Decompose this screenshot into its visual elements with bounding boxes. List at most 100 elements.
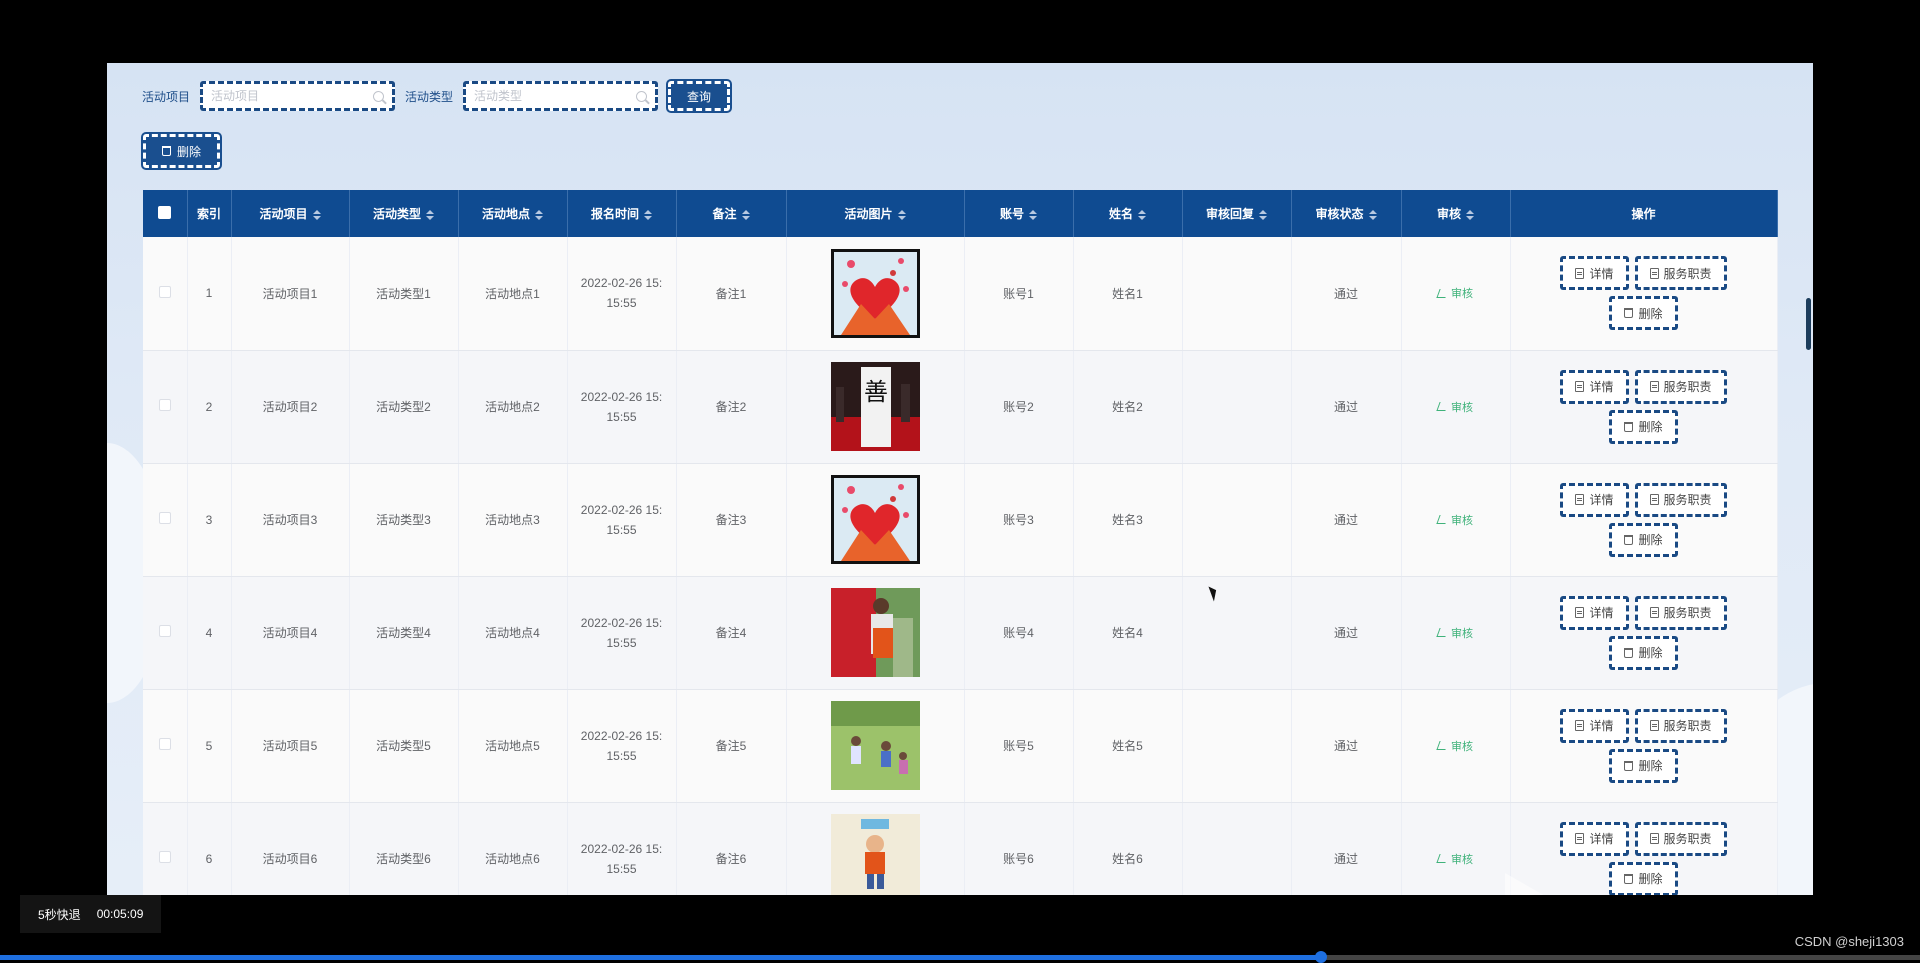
row-delete-button[interactable]: 删除 (1609, 522, 1678, 557)
cell-type: 活动类型4 (349, 576, 459, 690)
column-header-note[interactable]: 备注 (676, 190, 787, 237)
cell-audit[interactable]: 审核 (1401, 463, 1511, 577)
table-row[interactable]: 3 活动项目3 活动类型3 活动地点3 2022-02-26 15: 15:55 备注3 账号… (143, 463, 1778, 577)
detail-button[interactable]: 详情 (1560, 821, 1629, 856)
cell-audit[interactable]: 审核 (1401, 689, 1511, 803)
row-delete-button[interactable]: 删除 (1609, 748, 1678, 783)
progress-knob[interactable] (1314, 951, 1327, 963)
sort-icon[interactable] (742, 210, 750, 220)
time-line-2: 15:55 (606, 296, 637, 311)
audit-link[interactable]: 审核 (1436, 738, 1473, 754)
type-search-input[interactable] (474, 89, 637, 103)
column-header-reply[interactable]: 审核回复 (1182, 190, 1292, 237)
cell-audit[interactable]: 审核 (1401, 576, 1511, 690)
sort-icon[interactable] (1466, 210, 1474, 220)
duty-button[interactable]: 服务职责 (1634, 821, 1727, 856)
row-delete-button[interactable]: 删除 (1609, 409, 1678, 444)
type-search-box[interactable] (463, 81, 659, 111)
cell-audit[interactable]: 审核 (1401, 350, 1511, 464)
sort-icon[interactable] (1259, 210, 1267, 220)
duty-button[interactable]: 服务职责 (1634, 595, 1727, 630)
activity-image[interactable]: YOU'RE NEXT! (787, 814, 964, 895)
activity-image[interactable] (787, 588, 964, 677)
project-search-box[interactable] (200, 81, 396, 111)
time-line-1: 2022-02-26 15: (580, 841, 663, 856)
column-header-place[interactable]: 活动地点 (458, 190, 568, 237)
detail-button[interactable]: 详情 (1560, 482, 1629, 517)
cell-image[interactable] (786, 576, 965, 690)
column-header-project[interactable]: 活动项目 (231, 190, 350, 237)
row-checkbox[interactable] (158, 851, 171, 863)
audit-link[interactable]: 审核 (1436, 399, 1473, 415)
table-row[interactable]: 4 活动项目4 活动类型4 活动地点4 2022-02-26 15: 15:55 备注4 账号… (143, 576, 1778, 690)
activity-image[interactable]: 善 (787, 362, 964, 451)
column-header-type[interactable]: 活动类型 (349, 190, 459, 237)
select-all-checkbox[interactable] (158, 205, 172, 219)
row-select-cell[interactable] (143, 689, 188, 803)
row-select-cell[interactable] (143, 576, 188, 690)
cell-audit[interactable]: 审核 (1401, 802, 1511, 895)
project-search-input[interactable] (211, 89, 374, 103)
row-delete-button[interactable]: 删除 (1609, 861, 1678, 895)
select-all-header[interactable] (143, 190, 188, 237)
column-header-name[interactable]: 姓名 (1073, 190, 1183, 237)
row-select-cell[interactable] (143, 350, 188, 464)
playback-time: 00:05:09 (96, 907, 144, 921)
query-button[interactable]: 查询 (666, 79, 733, 113)
sort-icon[interactable] (313, 210, 321, 220)
edit-icon (1436, 515, 1449, 524)
sort-icon[interactable] (426, 210, 434, 220)
table-row[interactable]: 5 活动项目5 活动类型5 活动地点5 2022-02-26 15: 15:55 备注5 账号… (143, 689, 1778, 803)
duty-button[interactable]: 服务职责 (1634, 482, 1727, 517)
duty-button[interactable]: 服务职责 (1634, 256, 1727, 291)
row-select-cell[interactable] (143, 237, 188, 351)
detail-button[interactable]: 详情 (1560, 256, 1629, 291)
row-checkbox[interactable] (158, 738, 171, 750)
cell-reply (1182, 689, 1292, 803)
batch-delete-button[interactable]: 删除 (140, 132, 223, 170)
cell-image[interactable] (786, 463, 965, 577)
detail-button[interactable]: 详情 (1560, 708, 1629, 743)
sort-icon[interactable] (644, 210, 652, 220)
sort-icon[interactable] (1029, 210, 1037, 220)
cell-image[interactable] (786, 237, 965, 351)
cell-image[interactable]: 善 (786, 350, 965, 464)
activity-image[interactable] (787, 475, 964, 564)
document-icon (1575, 494, 1585, 505)
duty-button[interactable]: 服务职责 (1634, 369, 1727, 404)
row-delete-button[interactable]: 删除 (1609, 635, 1678, 670)
column-header-status[interactable]: 审核状态 (1291, 190, 1402, 237)
column-header-audit[interactable]: 审核 (1401, 190, 1511, 237)
audit-link[interactable]: 审核 (1436, 512, 1473, 528)
cell-image[interactable] (786, 689, 965, 803)
column-header-account[interactable]: 账号 (964, 190, 1074, 237)
row-checkbox[interactable] (158, 512, 171, 524)
sort-icon[interactable] (1138, 210, 1146, 220)
sort-icon[interactable] (898, 210, 906, 220)
detail-button[interactable]: 详情 (1560, 595, 1629, 630)
scrollbar-thumb[interactable] (1806, 298, 1811, 350)
cell-audit[interactable]: 审核 (1401, 237, 1511, 351)
table-row[interactable]: 1 活动项目1 活动类型1 活动地点1 2022-02-26 15: 15:55 备注1 账号… (143, 237, 1778, 351)
audit-link[interactable]: 审核 (1436, 851, 1473, 867)
activity-image[interactable] (787, 248, 964, 338)
row-checkbox[interactable] (158, 285, 171, 298)
row-select-cell[interactable] (143, 802, 188, 895)
column-header-image[interactable]: 活动图片 (786, 190, 965, 237)
sort-icon[interactable] (535, 210, 543, 220)
table-row[interactable]: 2 活动项目2 活动类型2 活动地点2 2022-02-26 15: 15:55 备注2 善 账… (143, 350, 1778, 464)
sort-icon[interactable] (1369, 210, 1377, 220)
audit-link[interactable]: 审核 (1436, 625, 1473, 641)
audit-link[interactable]: 审核 (1436, 285, 1473, 301)
row-delete-button[interactable]: 删除 (1609, 296, 1678, 331)
row-select-cell[interactable] (143, 463, 188, 577)
cell-note: 备注2 (676, 350, 787, 464)
cell-image[interactable]: YOU'RE NEXT! (786, 802, 965, 895)
duty-button[interactable]: 服务职责 (1634, 708, 1727, 743)
detail-button[interactable]: 详情 (1560, 369, 1629, 404)
column-header-time[interactable]: 报名时间 (567, 190, 677, 237)
activity-image[interactable] (787, 701, 964, 790)
document-icon (1575, 607, 1585, 618)
row-checkbox[interactable] (158, 399, 171, 411)
row-checkbox[interactable] (158, 625, 171, 637)
